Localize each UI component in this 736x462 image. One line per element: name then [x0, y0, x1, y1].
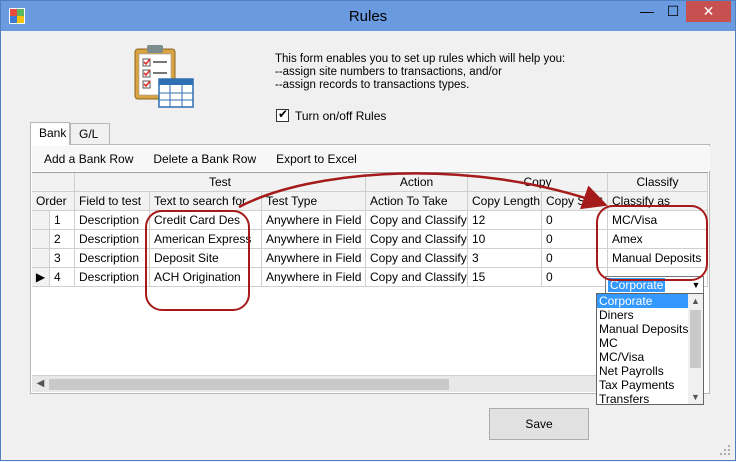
column-header-text-to-search[interactable]: Text to search for	[150, 192, 262, 211]
classify-dropdown-list[interactable]: Corporate Diners Manual Deposits MC MC/V…	[596, 293, 704, 405]
window-title: Rules	[348, 8, 388, 25]
cell-order[interactable]: 1	[50, 211, 75, 230]
cell-copy-length[interactable]: 12	[468, 211, 542, 230]
cell-order[interactable]: 4	[50, 268, 75, 287]
cell-copy-start[interactable]: 0	[542, 230, 608, 249]
clipboard-checklist-icon	[134, 45, 194, 108]
cell-order[interactable]: 2	[50, 230, 75, 249]
minimize-icon: —	[640, 3, 654, 19]
cell-test-type[interactable]: Anywhere in Field	[262, 211, 366, 230]
cell-copy-start[interactable]: 0	[542, 249, 608, 268]
cell-copy-length[interactable]: 3	[468, 249, 542, 268]
rules-window: Rules — ☐ ✕ This form enables you to set…	[0, 0, 736, 461]
dropdown-scrollbar[interactable]: ▲ ▼	[688, 294, 703, 404]
column-header-copy-length[interactable]: Copy Length	[468, 192, 542, 211]
dropdown-scroll-thumb[interactable]	[690, 310, 701, 368]
tab-bank[interactable]: Bank	[30, 122, 70, 145]
row-header[interactable]	[32, 211, 50, 230]
add-bank-row-button[interactable]: Add a Bank Row	[44, 152, 133, 166]
close-button[interactable]: ✕	[686, 1, 731, 22]
maximize-button[interactable]: ☐	[660, 1, 686, 22]
scroll-left-icon[interactable]: ◀	[32, 376, 49, 393]
intro-line-3: --assign records to transactions types.	[275, 79, 470, 91]
cell-copy-length[interactable]: 15	[468, 268, 542, 287]
chevron-down-icon[interactable]: ▼	[689, 277, 703, 293]
cell-classify-as[interactable]: MC/Visa	[608, 211, 708, 230]
column-header-order[interactable]: Order	[32, 192, 75, 211]
row-header[interactable]	[32, 230, 50, 249]
row-header[interactable]	[32, 249, 50, 268]
cell-text-to-search[interactable]: Credit Card Des	[150, 211, 262, 230]
cell-field-to-test[interactable]: Description	[75, 230, 150, 249]
cell-action-to-take[interactable]: Copy and Classify	[366, 268, 468, 287]
horizontal-scroll-thumb[interactable]	[49, 379, 449, 390]
title-bar[interactable]: Rules — ☐ ✕	[1, 1, 735, 31]
group-header-copy: Copy	[468, 173, 608, 192]
cell-test-type[interactable]: Anywhere in Field	[262, 230, 366, 249]
rules-toggle-checkbox[interactable]	[276, 107, 289, 122]
group-header-test: Test	[75, 173, 366, 192]
column-header-classify-as[interactable]: Classify as	[608, 192, 708, 211]
minimize-button[interactable]: —	[634, 1, 660, 22]
scroll-down-icon[interactable]: ▼	[688, 390, 703, 404]
save-button[interactable]: Save	[489, 408, 589, 440]
rules-toggle[interactable]: Turn on/off Rules	[276, 107, 387, 123]
intro-line-1: This form enables you to set up rules wh…	[275, 53, 566, 65]
column-header-field-to-test[interactable]: Field to test	[75, 192, 150, 211]
maximize-icon: ☐	[666, 3, 680, 19]
toolbar: Add a Bank Row Delete a Bank Row Export …	[32, 146, 710, 171]
cell-text-to-search[interactable]: ACH Origination	[150, 268, 262, 287]
intro-line-2: --assign site numbers to transactions, a…	[275, 66, 502, 78]
close-icon: ✕	[702, 3, 715, 19]
resize-grip-icon[interactable]	[719, 444, 731, 456]
column-header-action-to-take[interactable]: Action To Take	[366, 192, 468, 211]
current-row-indicator-icon[interactable]: ▶	[32, 268, 50, 287]
cell-field-to-test[interactable]: Description	[75, 211, 150, 230]
delete-bank-row-button[interactable]: Delete a Bank Row	[153, 152, 256, 166]
cell-test-type[interactable]: Anywhere in Field	[262, 268, 366, 287]
cell-classify-as[interactable]: Amex	[608, 230, 708, 249]
cell-action-to-take[interactable]: Copy and Classify	[366, 230, 468, 249]
cell-action-to-take[interactable]: Copy and Classify	[366, 249, 468, 268]
column-header-test-type[interactable]: Test Type	[262, 192, 366, 211]
cell-field-to-test[interactable]: Description	[75, 249, 150, 268]
tab-gl[interactable]: G/L	[70, 123, 110, 144]
classify-combobox[interactable]: Corporate ▼	[605, 276, 704, 294]
classify-combobox-value[interactable]: Corporate	[608, 278, 666, 292]
cell-text-to-search[interactable]: American Express	[150, 230, 262, 249]
export-to-excel-button[interactable]: Export to Excel	[276, 152, 357, 166]
rules-toggle-label: Turn on/off Rules	[295, 108, 387, 123]
group-header-action: Action	[366, 173, 468, 192]
cell-order[interactable]: 3	[50, 249, 75, 268]
group-header-classify: Classify	[608, 173, 708, 192]
horizontal-scrollbar[interactable]: ◀	[32, 375, 597, 392]
group-header-spacer	[32, 173, 75, 192]
cell-field-to-test[interactable]: Description	[75, 268, 150, 287]
cell-text-to-search[interactable]: Deposit Site	[150, 249, 262, 268]
column-header-copy-start[interactable]: Copy Start	[542, 192, 608, 211]
cell-classify-as[interactable]: Manual Deposits	[608, 249, 708, 268]
cell-test-type[interactable]: Anywhere in Field	[262, 249, 366, 268]
intro-text: This form enables you to set up rules wh…	[275, 53, 675, 92]
cell-copy-start[interactable]: 0	[542, 211, 608, 230]
scroll-up-icon[interactable]: ▲	[688, 294, 703, 308]
cell-copy-start[interactable]: 0	[542, 268, 608, 287]
cell-action-to-take[interactable]: Copy and Classify	[366, 211, 468, 230]
cell-copy-length[interactable]: 10	[468, 230, 542, 249]
